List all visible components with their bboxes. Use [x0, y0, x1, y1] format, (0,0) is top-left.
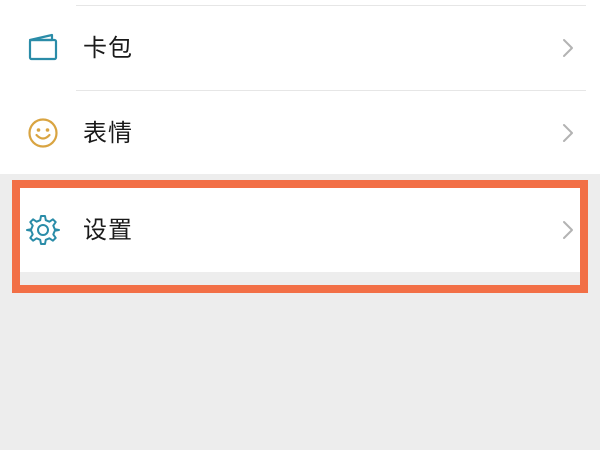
chevron-right-icon	[562, 123, 574, 143]
card-icon	[26, 31, 60, 65]
menu-item-card[interactable]: 卡包	[0, 6, 600, 90]
menu-item-label: 表情	[83, 118, 133, 147]
settings-screen: 卡包 表情 设置	[0, 0, 600, 450]
chevron-right-icon	[562, 220, 574, 240]
menu-item-label: 卡包	[83, 34, 133, 62]
emoji-icon	[26, 116, 60, 150]
menu-item-sticker[interactable]: 表情	[0, 91, 600, 174]
gear-icon	[26, 213, 60, 247]
chevron-right-icon	[562, 38, 574, 58]
menu-group: 卡包 表情	[0, 0, 600, 174]
menu-item-settings[interactable]: 设置	[18, 188, 582, 272]
settings-label: 设置	[83, 216, 133, 244]
